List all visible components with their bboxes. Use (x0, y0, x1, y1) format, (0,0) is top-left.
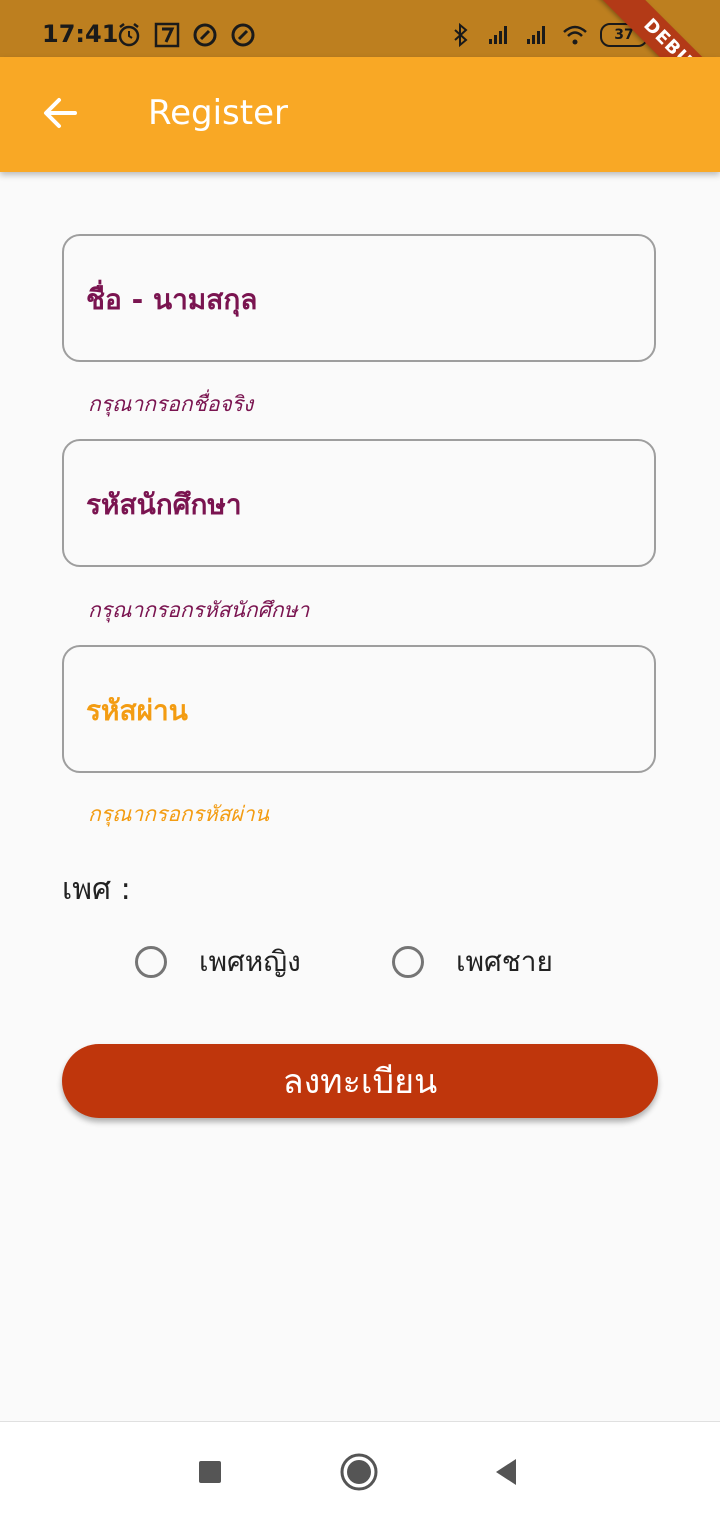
status-notification-icons (116, 22, 256, 48)
alarm-icon (118, 23, 140, 47)
system-nav-bar (0, 1421, 720, 1521)
signal-icon (489, 26, 507, 44)
name-field-label: ชื่อ - นามสกุล (86, 283, 258, 316)
radio-female[interactable]: เพศหญิง (135, 940, 301, 984)
status-time: 17:41 (42, 20, 119, 48)
bluetooth-icon (454, 22, 468, 48)
student-id-field[interactable]: รหัสนักศึกษา (62, 439, 656, 567)
name-field-helper: กรุณากรอกชื่อจริง (88, 392, 254, 416)
student-id-field-label: รหัสนักศึกษา (86, 488, 242, 521)
radio-circle-icon[interactable] (135, 946, 167, 978)
home-icon (340, 1453, 378, 1491)
password-field-helper: กรุณากรอกรหัสผ่าน (88, 802, 269, 826)
nav-back-button[interactable] (486, 1452, 526, 1492)
app-bar: Register (0, 57, 720, 172)
register-button[interactable]: ลงทะเบียน (62, 1044, 658, 1118)
password-field[interactable]: รหัสผ่าน (62, 645, 656, 773)
student-id-field-helper: กรุณากรอกรหัสนักศึกษา (88, 598, 310, 622)
radio-male-label: เพศชาย (456, 945, 553, 978)
recent-apps-icon (199, 1461, 221, 1483)
gender-label: เพศ : (62, 872, 131, 907)
password-field-label: รหัสผ่าน (86, 694, 188, 727)
radio-circle-icon[interactable] (392, 946, 424, 978)
back-button[interactable] (30, 83, 90, 143)
arrow-back-icon (44, 98, 77, 128)
app-icon (193, 23, 217, 47)
back-icon (496, 1459, 516, 1485)
app-icon (231, 23, 255, 47)
seven-eleven-icon (154, 22, 180, 48)
page-title: Register (148, 93, 288, 133)
battery-level: 37 (614, 27, 634, 43)
home-button[interactable] (339, 1452, 379, 1492)
status-system-icons: 37 (448, 22, 652, 48)
recent-apps-button[interactable] (190, 1452, 230, 1492)
radio-female-label: เพศหญิง (199, 945, 301, 978)
name-field[interactable]: ชื่อ - นามสกุล (62, 234, 656, 362)
radio-male[interactable]: เพศชาย (392, 940, 553, 984)
signal-icon (527, 26, 545, 44)
wifi-icon (563, 25, 587, 45)
